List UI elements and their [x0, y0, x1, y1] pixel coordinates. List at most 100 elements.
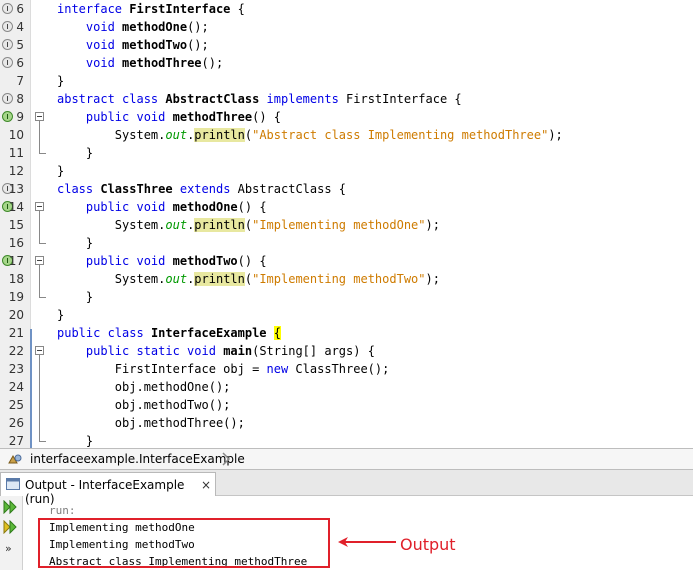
line-number: 27: [8, 434, 24, 448]
line-number: 23: [8, 362, 24, 376]
code-line[interactable]: 9 public void methodThree() {: [0, 108, 693, 126]
breadcrumb-path[interactable]: interfaceexample.InterfaceExample: [30, 452, 245, 466]
fold-toggle-icon[interactable]: [35, 256, 44, 265]
breadcrumb-chevron-icon[interactable]: [221, 452, 231, 466]
code-line[interactable]: 21 public class InterfaceExample {: [0, 324, 693, 342]
fold-end-marker: [39, 234, 46, 244]
code-text[interactable]: obj.methodTwo();: [57, 397, 231, 413]
code-line[interactable]: 5 void methodTwo();: [0, 36, 693, 54]
line-number: 10: [8, 128, 24, 142]
code-text[interactable]: }: [57, 145, 93, 161]
close-icon[interactable]: ×: [201, 478, 211, 492]
code-text[interactable]: System.out.println("Implementing methodO…: [57, 217, 440, 233]
code-text[interactable]: obj.methodOne();: [57, 379, 231, 395]
line-number: 15: [8, 218, 24, 232]
line-number: 6: [16, 2, 24, 16]
fold-end-marker: [39, 144, 46, 154]
more-actions-icon[interactable]: »: [5, 542, 12, 555]
code-line[interactable]: 26 obj.methodThree();: [0, 414, 693, 432]
code-text[interactable]: public static void main(String[] args) {: [57, 343, 375, 359]
output-tab-bar: Output - InterfaceExample (run) ×: [0, 470, 693, 506]
line-number: 5: [16, 38, 24, 52]
code-text[interactable]: FirstInterface obj = new ClassThree();: [57, 361, 390, 377]
code-line[interactable]: 15 System.out.println("Implementing meth…: [0, 216, 693, 234]
fold-toggle-icon[interactable]: [35, 346, 44, 355]
code-text[interactable]: obj.methodThree();: [57, 415, 245, 431]
code-text[interactable]: }: [57, 433, 93, 448]
code-line[interactable]: 27 }: [0, 432, 693, 448]
rerun-icon[interactable]: [3, 500, 19, 514]
line-number: 12: [8, 164, 24, 178]
tab-output[interactable]: Output - InterfaceExample (run) ×: [0, 472, 216, 506]
output-tab-label: Output - InterfaceExample (run): [25, 478, 185, 506]
line-number: 18: [8, 272, 24, 286]
code-line[interactable]: 10 System.out.println("Abstract class Im…: [0, 126, 693, 144]
line-number: 24: [8, 380, 24, 394]
code-line[interactable]: 18 System.out.println("Implementing meth…: [0, 270, 693, 288]
code-line[interactable]: 25 obj.methodTwo();: [0, 396, 693, 414]
class-icon: [8, 454, 22, 464]
run-label: run:: [49, 504, 76, 517]
line-number: 26: [8, 416, 24, 430]
fold-end-marker: [39, 288, 46, 298]
code-line[interactable]: 22 public static void main(String[] args…: [0, 342, 693, 360]
code-text[interactable]: public void methodTwo() {: [57, 253, 267, 269]
output-window-icon: [6, 478, 20, 490]
navigation-breadcrumb[interactable]: interfaceexample.InterfaceExample: [0, 448, 693, 470]
line-number: 8: [16, 92, 24, 106]
line-number: 13: [8, 182, 24, 196]
line-number: 9: [16, 110, 24, 124]
line-number: 11: [8, 146, 24, 160]
fold-range-line: [39, 355, 40, 432]
code-text[interactable]: public void methodOne() {: [57, 199, 267, 215]
code-text[interactable]: class ClassThree extends AbstractClass {: [57, 181, 346, 197]
code-line[interactable]: 7}: [0, 72, 693, 90]
line-number: 6: [16, 56, 24, 70]
line-number: 17: [8, 254, 24, 268]
line-number: 14: [8, 200, 24, 214]
code-line[interactable]: 19 }: [0, 288, 693, 306]
rerun-with-args-icon[interactable]: [3, 520, 19, 534]
code-text[interactable]: interface FirstInterface {: [57, 1, 245, 17]
code-line[interactable]: 20}: [0, 306, 693, 324]
line-number: 22: [8, 344, 24, 358]
code-text[interactable]: }: [57, 307, 64, 323]
code-text[interactable]: }: [57, 289, 93, 305]
code-text[interactable]: void methodOne();: [57, 19, 209, 35]
fold-toggle-icon[interactable]: [35, 202, 44, 211]
fold-toggle-icon[interactable]: [35, 112, 44, 121]
line-number: 16: [8, 236, 24, 250]
code-line[interactable]: 13 class ClassThree extends AbstractClass…: [0, 180, 693, 198]
code-line[interactable]: 12}: [0, 162, 693, 180]
code-line[interactable]: 4 void methodOne();: [0, 18, 693, 36]
code-text[interactable]: abstract class AbstractClass implements …: [57, 91, 462, 107]
output-annotation-label: Output: [400, 535, 456, 554]
code-text[interactable]: void methodThree();: [57, 55, 223, 71]
line-number: 7: [16, 74, 24, 88]
code-line[interactable]: 14 public void methodOne() {: [0, 198, 693, 216]
code-text[interactable]: }: [57, 73, 64, 89]
line-number: 19: [8, 290, 24, 304]
line-number: 25: [8, 398, 24, 412]
fold-range-line: [39, 121, 40, 144]
code-text[interactable]: void methodTwo();: [57, 37, 209, 53]
output-toolbar: »: [0, 496, 23, 570]
code-text[interactable]: public void methodThree() {: [57, 109, 281, 125]
code-line[interactable]: 6 void methodThree();: [0, 54, 693, 72]
code-line[interactable]: 23 FirstInterface obj = new ClassThree()…: [0, 360, 693, 378]
code-text[interactable]: }: [57, 163, 64, 179]
line-number: 20: [8, 308, 24, 322]
line-number: 4: [16, 20, 24, 34]
code-line[interactable]: 6 interface FirstInterface {: [0, 0, 693, 18]
code-text[interactable]: System.out.println("Abstract class Imple…: [57, 127, 563, 143]
code-text[interactable]: public class InterfaceExample {: [57, 325, 281, 341]
code-line[interactable]: 24 obj.methodOne();: [0, 378, 693, 396]
code-line[interactable]: 11 }: [0, 144, 693, 162]
code-line[interactable]: 8 abstract class AbstractClass implements…: [0, 90, 693, 108]
code-text[interactable]: System.out.println("Implementing methodT…: [57, 271, 440, 287]
code-line[interactable]: 17 public void methodTwo() {: [0, 252, 693, 270]
code-editor[interactable]: 6 interface FirstInterface {4 void method…: [0, 0, 693, 448]
fold-range-line: [39, 211, 40, 234]
code-line[interactable]: 16 }: [0, 234, 693, 252]
code-text[interactable]: }: [57, 235, 93, 251]
